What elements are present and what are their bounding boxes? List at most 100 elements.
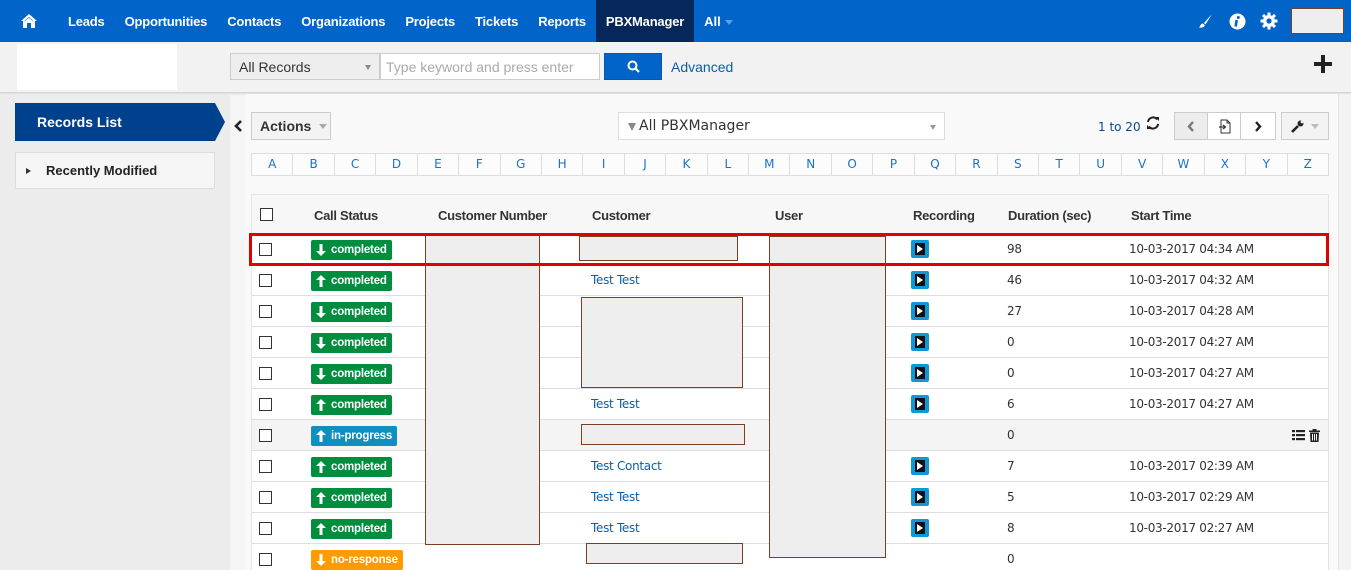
caret-down-icon (930, 125, 936, 130)
alphabet-letter-t[interactable]: T (1039, 154, 1081, 175)
nav-item-organizations[interactable]: Organizations (291, 0, 395, 42)
customer-link[interactable]: Test Test (591, 273, 640, 287)
refresh-count-button[interactable] (1146, 116, 1162, 134)
play-recording-button[interactable] (911, 519, 929, 537)
search-button[interactable] (604, 53, 662, 80)
info-button[interactable] (1221, 0, 1253, 42)
recently-modified-label: Recently Modified (46, 163, 158, 178)
column-header-start-time[interactable]: Start Time (1131, 208, 1192, 223)
alphabet-letter-i[interactable]: I (583, 154, 625, 175)
trash-icon[interactable] (1309, 429, 1320, 445)
nav-item-tickets[interactable]: Tickets (465, 0, 528, 42)
play-recording-button[interactable] (911, 271, 929, 289)
alphabet-letter-c[interactable]: C (335, 154, 377, 175)
select-all-checkbox[interactable] (260, 208, 273, 221)
info-icon (1229, 13, 1245, 29)
alphabet-letter-f[interactable]: F (459, 154, 501, 175)
customer-link[interactable]: Test Contact (591, 459, 662, 473)
nav-all-dropdown[interactable]: All (694, 0, 743, 42)
alphabet-letter-q[interactable]: Q (915, 154, 957, 175)
filter-select[interactable]: All PBXManager (618, 112, 945, 140)
customer-link[interactable]: Test Test (591, 490, 640, 504)
alphabet-letter-a[interactable]: A (252, 154, 294, 175)
column-header-recording[interactable]: Recording (913, 208, 975, 223)
row-checkbox[interactable] (259, 274, 272, 287)
play-recording-button[interactable] (911, 395, 929, 413)
row-checkbox[interactable] (259, 553, 272, 566)
row-checkbox[interactable] (259, 243, 272, 256)
row-checkbox[interactable] (259, 491, 272, 504)
add-record-button[interactable] (1313, 54, 1337, 78)
alphabet-letter-g[interactable]: G (501, 154, 542, 175)
chevron-left-icon (233, 120, 242, 132)
page-scrollbar[interactable] (1338, 94, 1351, 570)
alphabet-letter-j[interactable]: J (625, 154, 667, 175)
alphabet-letter-w[interactable]: W (1163, 154, 1205, 175)
alphabet-letter-n[interactable]: N (790, 154, 832, 175)
play-recording-button[interactable] (911, 457, 929, 475)
alphabet-letter-h[interactable]: H (542, 154, 584, 175)
settings-button[interactable] (1253, 0, 1285, 42)
alphabet-letter-x[interactable]: X (1205, 154, 1247, 175)
list-icon[interactable] (1292, 429, 1305, 445)
column-header-call-status[interactable]: Call Status (314, 208, 378, 223)
list-settings-dropdown[interactable] (1281, 112, 1329, 140)
next-page-button[interactable] (1241, 113, 1274, 139)
alphabet-letter-y[interactable]: Y (1246, 154, 1288, 175)
top-navigation: Leads Opportunities Contacts Organizations P… (0, 0, 1351, 42)
alphabet-letter-z[interactable]: Z (1288, 154, 1328, 175)
row-checkbox[interactable] (259, 336, 272, 349)
previous-page-button[interactable] (1175, 113, 1208, 139)
play-recording-button[interactable] (911, 488, 929, 506)
row-checkbox[interactable] (259, 522, 272, 535)
actions-dropdown[interactable]: Actions (251, 112, 331, 140)
play-recording-button[interactable] (911, 302, 929, 320)
row-checkbox[interactable] (259, 305, 272, 318)
column-header-duration[interactable]: Duration (sec) (1008, 208, 1092, 223)
customer-link[interactable]: Test Test (591, 397, 640, 411)
advanced-search-link[interactable]: Advanced (671, 59, 733, 75)
theme-button[interactable] (1189, 0, 1221, 42)
user-avatar-redacted[interactable] (1291, 8, 1344, 34)
alphabet-letter-s[interactable]: S (998, 154, 1040, 175)
caret-down-icon (365, 65, 371, 70)
nav-item-reports[interactable]: Reports (528, 0, 596, 42)
row-checkbox[interactable] (259, 367, 272, 380)
row-checkbox[interactable] (259, 460, 272, 473)
nav-item-opportunities[interactable]: Opportunities (115, 0, 218, 42)
home-button[interactable] (0, 0, 58, 42)
nav-item-projects[interactable]: Projects (395, 0, 465, 42)
nav-item-contacts[interactable]: Contacts (217, 0, 291, 42)
nav-item-pbxmanager[interactable]: PBXManager (595, 0, 695, 42)
alphabet-letter-r[interactable]: R (956, 154, 998, 175)
column-header-customer[interactable]: Customer (592, 208, 651, 223)
recently-modified-toggle[interactable]: Recently Modified (15, 152, 215, 189)
play-recording-button[interactable] (911, 240, 929, 258)
search-icon (627, 60, 640, 73)
alphabet-letter-k[interactable]: K (666, 154, 708, 175)
row-checkbox[interactable] (259, 398, 272, 411)
customer-link[interactable]: Test Test (591, 521, 640, 535)
alphabet-letter-l[interactable]: L (708, 154, 750, 175)
alphabet-letter-b[interactable]: B (293, 154, 335, 175)
search-scope-select[interactable]: All Records (230, 53, 380, 80)
call-status-text: no-response (331, 554, 398, 566)
records-list-tab[interactable]: Records List (15, 103, 225, 141)
nav-item-leads[interactable]: Leads (58, 0, 115, 42)
play-recording-button[interactable] (911, 333, 929, 351)
alphabet-letter-o[interactable]: O (832, 154, 874, 175)
alphabet-letter-e[interactable]: E (418, 154, 460, 175)
play-recording-button[interactable] (911, 364, 929, 382)
alphabet-letter-p[interactable]: P (873, 154, 915, 175)
alphabet-letter-v[interactable]: V (1122, 154, 1164, 175)
collapse-sidebar-button[interactable] (231, 116, 245, 136)
alphabet-letter-d[interactable]: D (376, 154, 418, 175)
search-input[interactable]: Type keyword and press enter (380, 53, 600, 80)
row-checkbox[interactable] (259, 429, 272, 442)
alphabet-letter-u[interactable]: U (1080, 154, 1122, 175)
jump-to-page-button[interactable] (1208, 113, 1241, 139)
column-header-user[interactable]: User (775, 208, 803, 223)
actions-label: Actions (260, 118, 312, 134)
alphabet-letter-m[interactable]: M (749, 154, 791, 175)
column-header-customer-number[interactable]: Customer Number (438, 208, 547, 223)
